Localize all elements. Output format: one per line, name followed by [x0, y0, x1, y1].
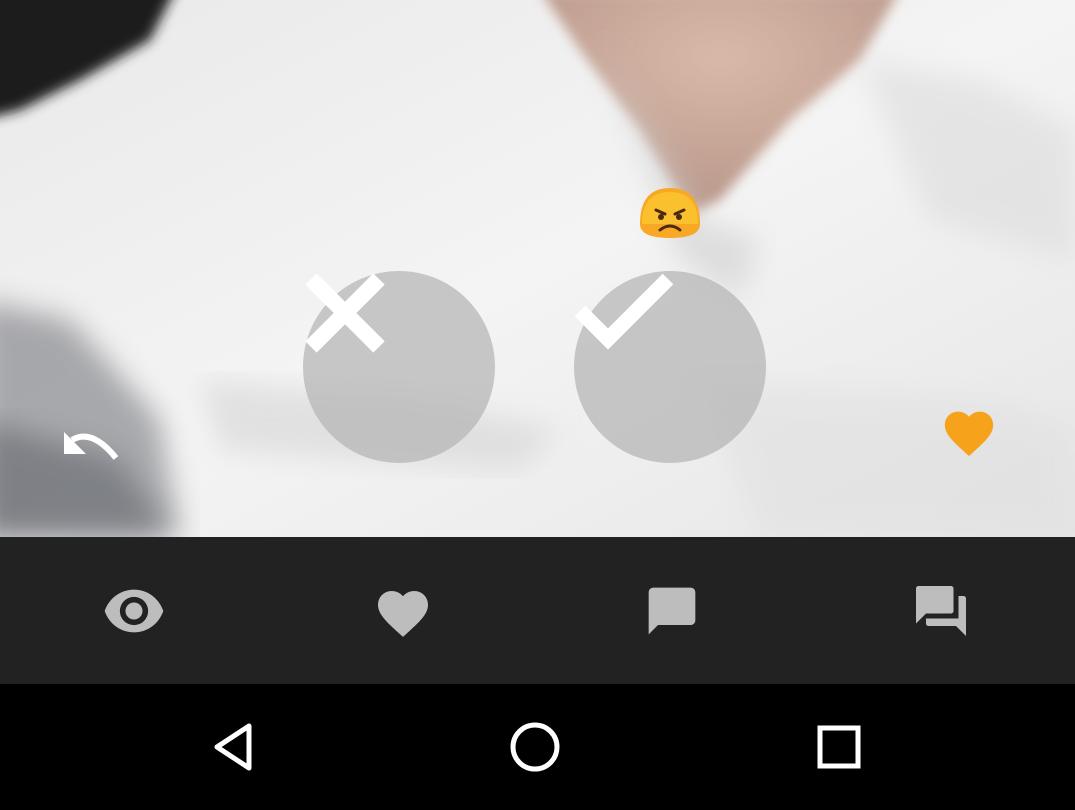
recent-apps-square-icon [817, 725, 861, 769]
forum-icon [915, 585, 966, 636]
bottom-tab-bar [0, 537, 1075, 684]
undo-icon [64, 432, 119, 460]
accept-button[interactable] [574, 271, 766, 463]
eye-icon [105, 589, 164, 632]
tab-views[interactable] [0, 537, 269, 684]
app-screen [0, 0, 1075, 810]
photo-image [0, 0, 1075, 537]
home-circle-icon [510, 722, 560, 772]
favorite-button[interactable] [940, 404, 1008, 468]
reject-button[interactable] [303, 271, 495, 463]
close-icon [305, 273, 385, 353]
tab-messages[interactable] [538, 537, 807, 684]
nav-home-button[interactable] [500, 712, 570, 782]
undo-button[interactable] [62, 428, 130, 472]
nav-recent-apps-button[interactable] [804, 712, 874, 782]
tab-conversations[interactable] [806, 537, 1075, 684]
profile-photo[interactable] [0, 0, 1075, 537]
nav-back-button[interactable] [198, 712, 268, 782]
check-icon [574, 273, 674, 350]
heart-icon [378, 590, 429, 637]
tab-likes[interactable] [269, 537, 538, 684]
chat-bubble-icon [648, 587, 696, 634]
back-triangle-icon [214, 723, 252, 771]
heart-icon [944, 411, 994, 457]
system-nav-bar [0, 684, 1075, 810]
angry-face-icon [636, 184, 704, 240]
